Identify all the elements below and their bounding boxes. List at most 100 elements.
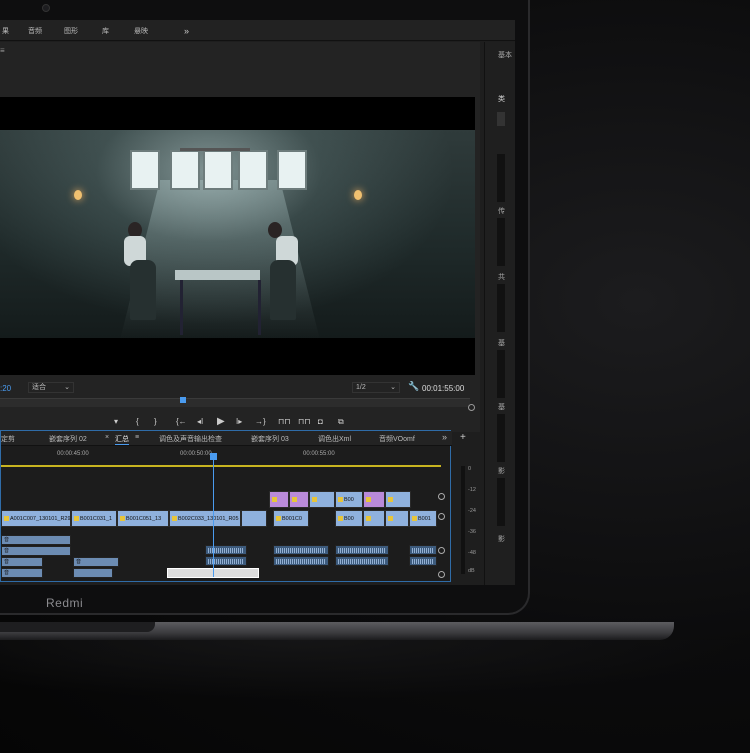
clip-label: A001C007_130101_R29	[10, 516, 71, 522]
panel-label: 基	[498, 404, 505, 411]
extract-icon[interactable]: ⊓⊓	[298, 417, 310, 426]
track-end-icon	[438, 513, 445, 520]
resolution-select[interactable]: 1/2 ⌄	[352, 382, 400, 393]
audio-clip[interactable]: 音	[1, 557, 43, 567]
tab-menu-icon[interactable]: ≡	[135, 434, 139, 441]
video-clip[interactable]: B00	[335, 491, 363, 508]
fx-badge-icon	[74, 516, 79, 522]
wall-lamp	[354, 190, 362, 200]
video-clip[interactable]	[385, 510, 409, 527]
video-clip[interactable]	[241, 510, 267, 527]
panel-menu-icon[interactable]: ≡	[0, 46, 5, 55]
video-clip[interactable]	[309, 491, 335, 508]
audio-clip[interactable]	[335, 556, 389, 566]
audio-clip[interactable]	[409, 545, 437, 555]
fx-badge-icon	[276, 516, 281, 522]
mark-in-button[interactable]: ▾	[114, 417, 118, 426]
timeline-tabs: 定剪 嵌套序列 02 × 汇总 ≡ 调色及声音输出检查 嵌套序列 03 调色出X…	[1, 431, 452, 446]
audio-meter: 0 -12 -24 -36 -48 dB	[456, 460, 480, 580]
step-back-button[interactable]: ◂I	[197, 417, 203, 426]
mark-in-point-button[interactable]: {	[136, 417, 139, 426]
video-clip[interactable]: B001C0	[273, 510, 309, 527]
zoom-fit-select[interactable]: 适合 ⌄	[28, 382, 74, 393]
adjustment-clip[interactable]	[363, 491, 385, 508]
audio-clip[interactable]	[273, 556, 329, 566]
table	[175, 270, 260, 280]
floor-shadow	[0, 640, 750, 700]
close-icon[interactable]: ×	[105, 434, 109, 441]
menu-item-panel[interactable]: 悬映	[134, 26, 148, 36]
tab-color-xml[interactable]: 调色出Xml	[318, 434, 351, 444]
audio-clip[interactable]	[73, 568, 113, 578]
menu-item-graphics[interactable]: 图形	[64, 26, 78, 36]
program-monitor: ≡:20 适合 ⌄ 1/2 ⌄ 🔧 00:01:55:00 ▾ {} {← …	[0, 42, 480, 443]
clip-label: B00	[344, 516, 354, 522]
video-clip[interactable]: B002C033_130101_R05	[169, 510, 241, 527]
time-ruler[interactable]: 00:00:45:00 00:00:50:00 00:00:55:00	[1, 447, 441, 465]
menu-item-audio[interactable]: 音频	[28, 26, 42, 36]
timeline-playhead[interactable]	[213, 455, 214, 577]
comparison-icon[interactable]: ⧉	[338, 417, 344, 427]
video-clip[interactable]	[385, 491, 411, 508]
window	[277, 150, 307, 190]
audio-clip-label: 音	[4, 559, 10, 565]
audio-clip[interactable]: 音	[1, 546, 71, 556]
video-clip[interactable]: B001C051_13	[117, 510, 169, 527]
tab-color-audio-check[interactable]: 调色及声音输出检查	[159, 434, 222, 444]
video-frame[interactable]	[0, 97, 475, 375]
meter-tick: -24	[468, 508, 476, 514]
video-clip[interactable]: B001	[409, 510, 437, 527]
playhead-timecode[interactable]: :20	[0, 384, 11, 393]
waveform	[276, 548, 326, 553]
audio-clip[interactable]: 音	[1, 568, 43, 578]
panel-slot	[497, 154, 505, 202]
fx-badge-icon	[338, 497, 343, 503]
tab-audio-omf[interactable]: 音频VOomf	[379, 434, 415, 444]
video-clip[interactable]	[363, 510, 385, 527]
scrubber-playhead[interactable]	[180, 397, 186, 403]
mark-out-point-button[interactable]: }	[154, 417, 157, 426]
panel-slot	[497, 478, 505, 526]
go-to-out-button[interactable]: →}	[255, 417, 266, 426]
tabs-overflow-icon[interactable]: »	[442, 432, 447, 442]
go-to-in-button[interactable]: {←	[176, 417, 187, 426]
tab-nested-02[interactable]: 嵌套序列 02	[49, 434, 87, 444]
menu-item-effects[interactable]: 果	[2, 26, 9, 36]
play-button[interactable]: ▶	[217, 416, 225, 427]
monitor-scrubber[interactable]	[0, 398, 470, 407]
person-right	[270, 260, 296, 320]
audio-clip[interactable]: 音	[73, 557, 119, 567]
step-forward-button[interactable]: I▸	[236, 417, 242, 426]
panel-swatch[interactable]	[497, 112, 505, 126]
work-area-bar[interactable]	[1, 465, 441, 467]
panel-label: 影	[498, 468, 505, 475]
adjustment-clip[interactable]	[269, 491, 289, 508]
fx-badge-icon	[388, 497, 393, 503]
audio-clip[interactable]	[409, 556, 437, 566]
audio-clip[interactable]: 音	[1, 535, 71, 545]
wrench-icon[interactable]: 🔧	[408, 381, 419, 392]
video-clip[interactable]: B00	[335, 510, 363, 527]
video-clip[interactable]: A001C007_130101_R29	[1, 510, 71, 527]
audio-clip[interactable]	[335, 545, 389, 555]
video-clip[interactable]: B001C031_1	[71, 510, 117, 527]
audio-clip-label: 音	[4, 548, 10, 554]
menu-overflow-icon[interactable]: »	[184, 26, 189, 36]
add-button-icon[interactable]: +	[460, 432, 466, 443]
tab-summary[interactable]: 汇总	[115, 434, 129, 445]
tab-nested-03[interactable]: 嵌套序列 03	[251, 434, 289, 444]
waveform	[412, 548, 434, 553]
menu-item-library[interactable]: 库	[102, 26, 109, 36]
camera-icon[interactable]: ◘	[318, 417, 323, 426]
meter-bar	[461, 466, 465, 574]
lift-icon[interactable]: ⊓⊓	[278, 417, 290, 426]
panel-tab[interactable]: 类	[498, 94, 505, 104]
camera	[42, 4, 50, 12]
tab-sequence[interactable]: 定剪	[1, 434, 15, 444]
audio-clip[interactable]	[205, 556, 247, 566]
audio-clip[interactable]	[273, 545, 329, 555]
audio-clip[interactable]	[205, 545, 247, 555]
panel-slot	[497, 414, 505, 462]
fx-badge-icon	[312, 497, 317, 503]
adjustment-clip[interactable]	[289, 491, 309, 508]
